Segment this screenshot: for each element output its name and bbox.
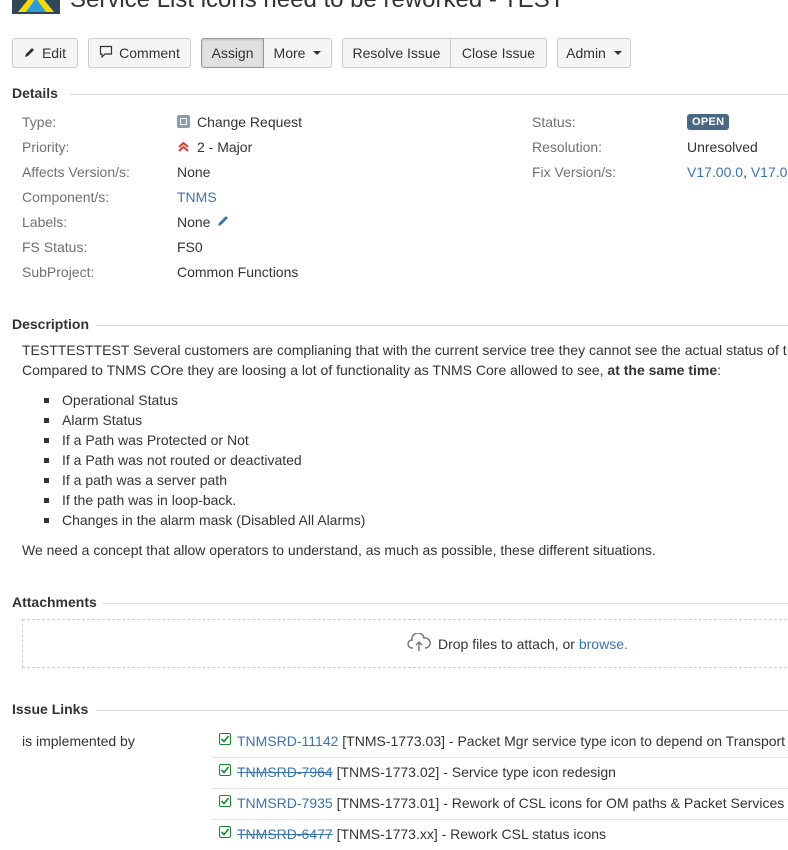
fix-version-separator: ,	[743, 164, 747, 180]
link-relation-label: is implemented by	[22, 733, 135, 749]
dropzone-text: Drop files to attach, or browse.	[438, 636, 628, 652]
description-divider	[96, 325, 788, 326]
assign-button[interactable]: Assign	[201, 38, 264, 68]
issue-link-text: TNMSRD-7964 [TNMS-1773.02] - Service typ…	[237, 764, 616, 780]
resolution-value: Unresolved	[687, 139, 758, 155]
browse-link[interactable]: browse.	[579, 636, 628, 652]
fix-versions: V17.00.0, V17.0	[687, 164, 787, 180]
issue-link-key[interactable]: TNMSRD-7935	[237, 795, 333, 811]
fix-version-link[interactable]: V17.00.0	[687, 164, 743, 180]
assign-label: Assign	[211, 45, 254, 61]
issue-link-text: TNMSRD-11142 [TNMS-1773.03] - Packet Mgr…	[237, 733, 785, 749]
edit-label: Edit	[41, 45, 67, 61]
fs-status-value: FS0	[177, 239, 203, 255]
labels-value: None	[177, 214, 211, 230]
attachment-dropzone[interactable]	[22, 619, 788, 668]
issue-link-key[interactable]: TNMSRD-6477	[237, 826, 333, 842]
affects-version-label: Affects Version/s:	[22, 164, 130, 180]
issue-link-summary: [TNMS-1773.xx] - Rework CSL status icons	[336, 826, 607, 842]
issue-links-divider	[96, 710, 788, 711]
comment-button[interactable]: Comment	[88, 38, 191, 68]
component-link[interactable]: TNMS	[177, 189, 217, 205]
edit-labels-pencil-icon[interactable]	[216, 214, 230, 231]
issue-link-summary: [TNMS-1773.03] - Packet Mgr service type…	[342, 733, 786, 749]
issue-link-summary: [TNMS-1773.02] - Service type icon redes…	[336, 764, 616, 780]
status-label: Status:	[532, 114, 576, 130]
subproject-label: SubProject:	[22, 264, 95, 280]
more-dropdown-button[interactable]: More	[264, 38, 332, 68]
comment-icon	[99, 45, 113, 61]
resolve-label: Resolve Issue	[352, 45, 441, 61]
chevron-down-icon	[313, 51, 322, 55]
issue-link-row: TNMSRD-11142 [TNMS-1773.03] - Packet Mgr…	[212, 727, 788, 758]
priority-label: Priority:	[22, 139, 70, 155]
more-label: More	[273, 45, 306, 61]
resolve-issue-button[interactable]: Resolve Issue	[342, 38, 451, 68]
component-label: Component/s:	[22, 189, 110, 205]
list-item: If a path was a server path	[44, 472, 365, 492]
details-heading: Details	[12, 85, 58, 101]
description-heading: Description	[12, 316, 90, 332]
details-divider	[70, 94, 788, 95]
fix-version-label: Fix Version/s:	[532, 164, 617, 180]
list-item: If a Path was Protected or Not	[44, 432, 365, 452]
change-request-icon	[177, 115, 190, 128]
description-bullet-list: Operational Status Alarm Status If a Pat…	[44, 392, 365, 532]
pencil-icon	[24, 45, 36, 61]
list-item: Alarm Status	[44, 412, 365, 432]
description-text: :	[717, 362, 722, 378]
edit-button[interactable]: Edit	[12, 38, 78, 68]
admin-dropdown-button[interactable]: Admin	[557, 38, 631, 68]
fs-status-label: FS Status:	[22, 239, 88, 255]
description-closing: We need a concept that allow operators t…	[22, 542, 656, 558]
close-issue-button[interactable]: Close Issue	[451, 38, 547, 68]
attachments-divider	[103, 603, 788, 604]
resolved-check-icon	[219, 764, 231, 776]
issue-link-summary: [TNMS-1773.01] - Rework of CSL icons for…	[336, 795, 785, 811]
close-label: Close Issue	[461, 45, 536, 61]
attachments-heading: Attachments	[12, 594, 97, 610]
issue-link-key[interactable]: TNMSRD-11142	[237, 733, 338, 749]
issue-title: Service List icons need to be reworked -…	[70, 0, 564, 14]
type-value: Change Request	[197, 114, 303, 130]
description-line-1: TESTTESTTEST Several customers are compl…	[22, 342, 787, 358]
cloud-upload-icon	[407, 632, 431, 656]
description-emphasis: at the same time	[607, 362, 718, 378]
subproject-value: Common Functions	[177, 264, 299, 280]
type-label: Type:	[22, 114, 57, 130]
description-line-2: Compared to TNMS COre they are loosing a…	[22, 362, 721, 378]
resolved-check-icon	[219, 733, 231, 745]
issue-link-text: TNMSRD-7935 [TNMS-1773.01] - Rework of C…	[237, 795, 784, 811]
issue-link-key[interactable]: TNMSRD-7964	[237, 764, 333, 780]
resolved-check-icon	[219, 826, 231, 838]
list-item: If the path was in loop-back.	[44, 492, 365, 512]
comment-label: Comment	[119, 45, 180, 61]
description-text: Compared to TNMS COre they are loosing a…	[22, 362, 608, 378]
chevron-down-icon	[613, 51, 622, 55]
priority-major-icon	[177, 140, 190, 156]
priority-value: 2 - Major	[197, 139, 253, 155]
labels-label: Labels:	[22, 214, 68, 230]
affects-version-value: None	[177, 164, 211, 180]
list-item: Operational Status	[44, 392, 365, 412]
issue-links-heading: Issue Links	[12, 701, 89, 717]
list-item: If a Path was not routed or deactivated	[44, 452, 365, 472]
status-badge: OPEN	[687, 114, 730, 130]
fix-version-link[interactable]: V17.0	[751, 164, 788, 180]
admin-label: Admin	[566, 45, 606, 61]
resolved-check-icon	[219, 795, 231, 807]
list-item: Changes in the alarm mask (Disabled All …	[44, 512, 365, 532]
issue-link-row: TNMSRD-7935 [TNMS-1773.01] - Rework of C…	[212, 789, 788, 820]
project-avatar[interactable]	[12, 0, 60, 14]
issue-link-row: TNMSRD-7964 [TNMS-1773.02] - Service typ…	[212, 758, 788, 789]
issue-link-text: TNMSRD-6477 [TNMS-1773.xx] - Rework CSL …	[237, 826, 606, 842]
drop-files-label: Drop files to attach, or	[438, 636, 579, 652]
resolution-label: Resolution:	[532, 139, 603, 155]
